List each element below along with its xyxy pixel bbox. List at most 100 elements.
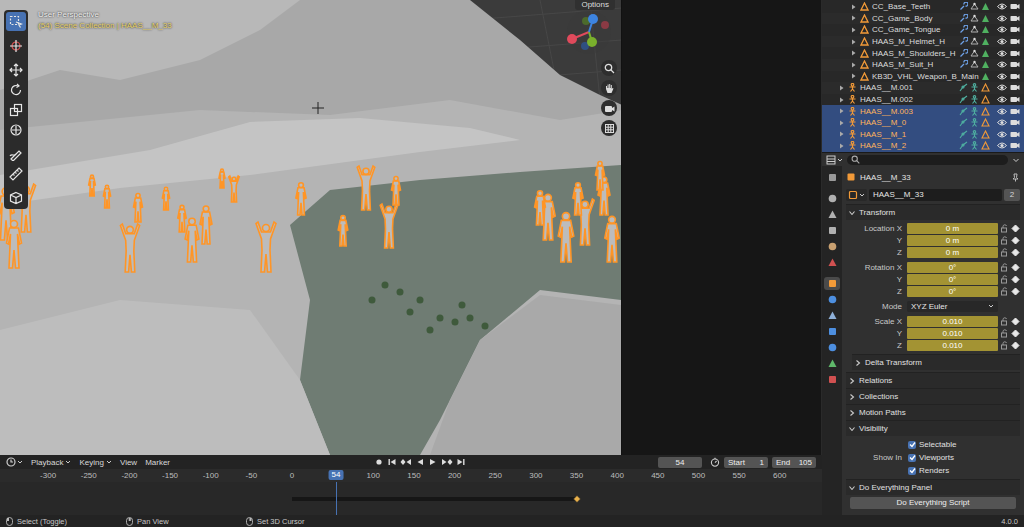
vertex-group-icon[interactable] (970, 25, 979, 34)
datablock-name-field[interactable]: HAAS__M_33 (869, 189, 1002, 201)
jump-end-icon[interactable] (456, 457, 466, 467)
mesh-data-icon[interactable] (981, 60, 990, 69)
navigation-gizmo[interactable] (565, 8, 617, 56)
character-figure[interactable] (178, 205, 186, 232)
properties-tab[interactable] (824, 171, 840, 184)
transform-panel-header[interactable]: Transform (846, 204, 1020, 220)
character-figure[interactable] (7, 221, 22, 269)
lock-icon[interactable] (1000, 287, 1009, 296)
timeline-menu[interactable]: Playback (31, 458, 71, 467)
render-camera-icon[interactable] (1010, 95, 1020, 104)
outliner-row[interactable]: HAAS_M_Helmet_H (822, 36, 1024, 48)
pin-icon[interactable] (1011, 173, 1020, 182)
rotation-field[interactable]: 0° (907, 286, 998, 297)
tool-button[interactable] (6, 80, 26, 99)
tool-button[interactable] (6, 36, 26, 55)
expand-arrow-icon[interactable] (850, 26, 857, 34)
location-field[interactable]: 0 m (907, 235, 998, 246)
panel-header[interactable]: Collections (846, 388, 1020, 404)
show-in-checkbox[interactable] (908, 467, 916, 475)
rotation-mode-dropdown[interactable]: XYZ Euler (907, 301, 998, 312)
scene-render[interactable] (0, 0, 622, 455)
expand-arrow-icon[interactable] (850, 49, 857, 57)
options-arrow-icon[interactable] (1012, 156, 1020, 164)
delta-transform-header[interactable]: Delta Transform (852, 354, 1020, 370)
location-field[interactable]: 0 m (907, 223, 998, 234)
lock-icon[interactable] (1000, 236, 1009, 245)
pose-icon[interactable] (959, 118, 968, 127)
location-field[interactable]: 0 m (907, 247, 998, 258)
pose-icon[interactable] (959, 95, 968, 104)
character-figure[interactable] (338, 216, 348, 246)
eye-icon[interactable] (997, 2, 1007, 11)
current-frame-field[interactable]: 54 (658, 457, 702, 468)
character-figure[interactable] (229, 176, 239, 202)
outliner-row[interactable]: KB3D_VHL_Weapon_B_Main (822, 71, 1024, 83)
zoom-button[interactable] (601, 60, 617, 76)
play-reverse-icon[interactable] (415, 457, 425, 467)
properties-tab[interactable] (824, 357, 840, 370)
expand-arrow-icon[interactable] (838, 119, 845, 127)
child-mesh-icon[interactable] (981, 118, 990, 127)
expand-arrow-icon[interactable] (850, 61, 857, 69)
character-figure[interactable] (200, 206, 212, 244)
modifier-wrench-icon[interactable] (959, 60, 968, 69)
mesh-data-icon[interactable] (981, 2, 990, 11)
vertex-group-icon[interactable] (970, 60, 979, 69)
expand-arrow-icon[interactable] (838, 96, 845, 104)
lock-icon[interactable] (1000, 248, 1009, 257)
properties-tab[interactable] (824, 192, 840, 205)
modifier-wrench-icon[interactable] (959, 2, 968, 11)
vertex-group-icon[interactable] (970, 2, 979, 11)
keyframe-icon[interactable] (1011, 317, 1020, 326)
eye-icon[interactable] (997, 37, 1007, 46)
character-figure[interactable] (558, 213, 574, 262)
timeline-menu[interactable]: Marker (145, 458, 170, 467)
child-mesh-icon[interactable] (981, 107, 990, 116)
character-figure[interactable] (392, 177, 401, 206)
datablock-type-button[interactable] (846, 189, 867, 201)
properties-search-field[interactable] (847, 155, 1008, 165)
tool-button[interactable] (6, 60, 26, 79)
render-camera-icon[interactable] (1010, 130, 1020, 139)
eye-icon[interactable] (997, 60, 1007, 69)
pan-button[interactable] (601, 80, 617, 96)
keyframe-icon[interactable] (573, 495, 581, 503)
lock-icon[interactable] (1000, 263, 1009, 272)
armature-data-icon[interactable] (970, 83, 979, 92)
previous-keyframe-icon[interactable] (400, 457, 412, 467)
expand-arrow-icon[interactable] (838, 142, 845, 150)
eye-icon[interactable] (997, 72, 1007, 81)
eye-icon[interactable] (997, 83, 1007, 92)
child-mesh-icon[interactable] (981, 130, 990, 139)
outliner-row[interactable]: HAAS__M_1 (822, 129, 1024, 141)
tool-button[interactable] (6, 100, 26, 119)
outliner-row[interactable]: HAAS_M_Suit_H (822, 59, 1024, 71)
properties-tab[interactable] (824, 277, 840, 290)
character-figure[interactable] (219, 169, 225, 188)
eye-icon[interactable] (997, 141, 1007, 150)
keyframe-icon[interactable] (1011, 329, 1020, 338)
options-button[interactable]: Options (575, 0, 615, 10)
play-icon[interactable] (428, 457, 438, 467)
armature-data-icon[interactable] (970, 130, 979, 139)
eye-icon[interactable] (997, 49, 1007, 58)
do-everything-button[interactable]: Do Everything Script (850, 497, 1016, 509)
playhead[interactable] (336, 482, 337, 515)
tool-button[interactable] (6, 12, 26, 31)
pose-icon[interactable] (959, 141, 968, 150)
modifier-wrench-icon[interactable] (959, 49, 968, 58)
current-frame-badge[interactable]: 54 (328, 470, 343, 480)
character-figure[interactable] (162, 187, 169, 210)
properties-tab[interactable] (824, 325, 840, 338)
pose-icon[interactable] (959, 83, 968, 92)
modifier-wrench-icon[interactable] (959, 14, 968, 23)
character-figure[interactable] (296, 183, 306, 215)
properties-tab[interactable] (824, 341, 840, 354)
visibility-panel-header[interactable]: Visibility (846, 420, 1020, 436)
lock-icon[interactable] (1000, 329, 1009, 338)
rotation-field[interactable]: 0° (907, 274, 998, 285)
character-figure[interactable] (596, 162, 605, 191)
lock-icon[interactable] (1000, 341, 1009, 350)
render-camera-icon[interactable] (1010, 107, 1020, 116)
